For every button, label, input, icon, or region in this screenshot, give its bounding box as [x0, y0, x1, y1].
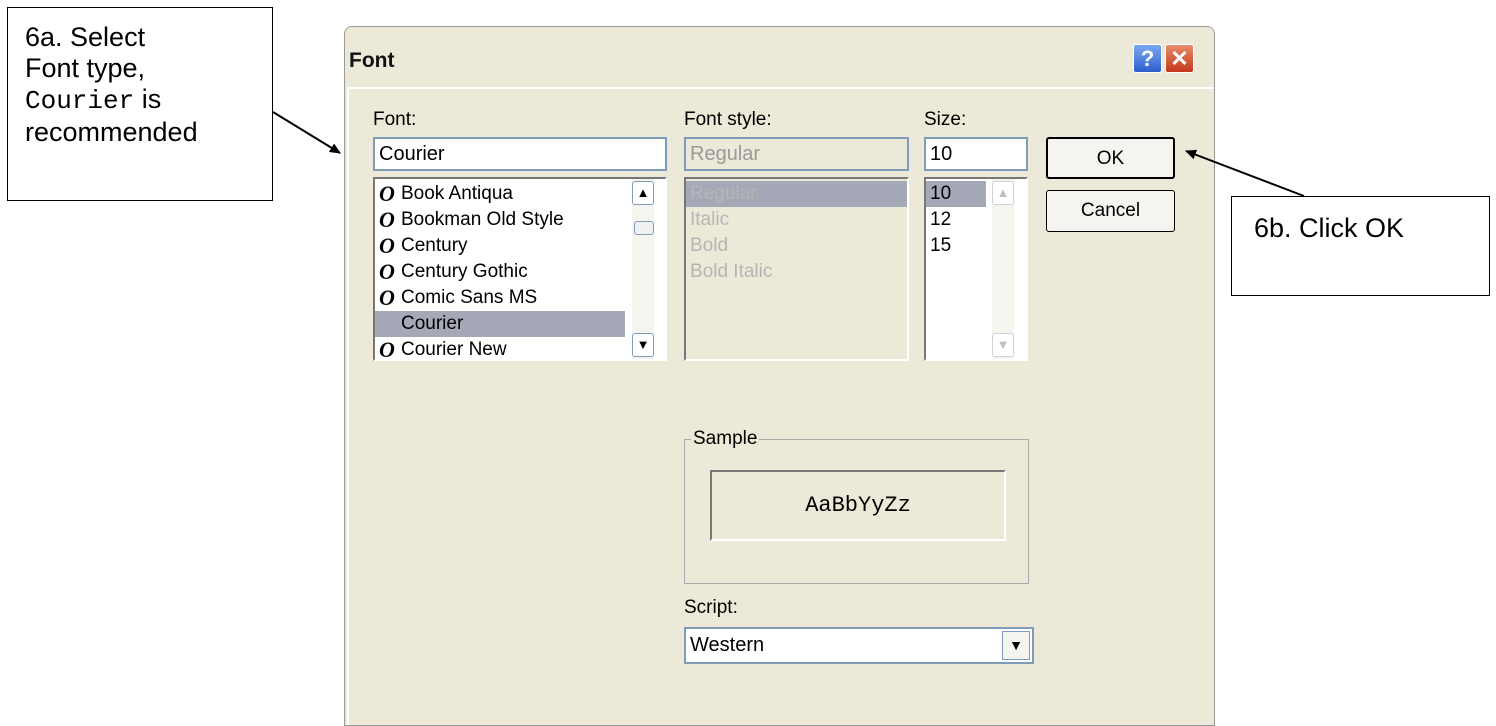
arrow-to-font-field: [272, 111, 341, 154]
arrow-to-ok-button: [1185, 149, 1305, 197]
callout-arrows: [272, 111, 1305, 197]
